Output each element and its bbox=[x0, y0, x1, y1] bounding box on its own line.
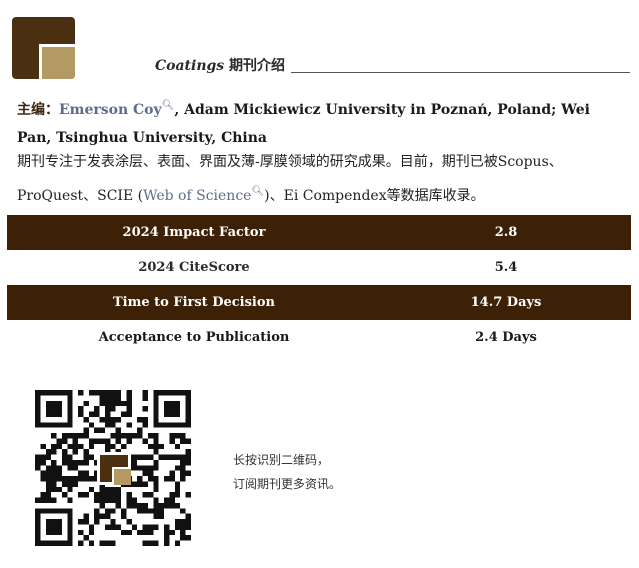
web-of-science-link[interactable]: Web of Science bbox=[143, 188, 251, 204]
search-icon[interactable]: 🔍︎ bbox=[162, 100, 175, 111]
qr-instructions: 长按识别二维码， 订阅期刊更多资讯。 bbox=[233, 448, 341, 496]
qr-center-logo bbox=[97, 452, 131, 485]
metric-label: Time to First Decision bbox=[112, 295, 275, 310]
journal-description: 期刊专注于发表涂层、表面、界面及薄-厚膜领域的研究成果。目前，期刊已被Scopu… bbox=[17, 148, 627, 211]
journal-logo bbox=[12, 17, 75, 79]
journal-logo-inner bbox=[39, 44, 75, 79]
table-row: Time to First Decision 14.7 Days bbox=[7, 285, 631, 320]
metric-label: 2024 Impact Factor bbox=[122, 225, 266, 240]
journal-name: Coatings bbox=[155, 58, 225, 74]
metrics-table: 2024 Impact Factor 2.8 2024 CiteScore 5.… bbox=[7, 215, 631, 355]
title-suffix: 期刊介绍 bbox=[224, 58, 286, 74]
editors-label: 主编： bbox=[17, 102, 59, 118]
editors-block: 主编：Emerson Coy🔍︎, Adam Mickiewicz Univer… bbox=[17, 92, 617, 152]
table-row: 2024 Impact Factor 2.8 bbox=[7, 215, 631, 250]
qr-center-logo-inner bbox=[112, 467, 131, 485]
search-icon[interactable]: 🔍︎ bbox=[251, 186, 264, 197]
qr-text-line2: 订阅期刊更多资讯。 bbox=[233, 477, 342, 491]
header-divider bbox=[291, 72, 630, 73]
metric-label: 2024 CiteScore bbox=[138, 260, 250, 275]
primary-editor-link[interactable]: Emerson Coy bbox=[59, 102, 162, 118]
description-text-2: )、Ei Compendex等数据库收录。 bbox=[264, 188, 485, 204]
metric-label: Acceptance to Publication bbox=[98, 330, 290, 345]
metric-value: 2.4 Days bbox=[475, 330, 537, 345]
table-row: Acceptance to Publication 2.4 Days bbox=[7, 320, 631, 355]
metric-value: 5.4 bbox=[494, 260, 518, 275]
metric-value: 14.7 Days bbox=[470, 295, 542, 310]
qr-code-icon[interactable] bbox=[35, 390, 191, 546]
qr-text-line1: 长按识别二维码， bbox=[233, 453, 330, 467]
table-row: 2024 CiteScore 5.4 bbox=[7, 250, 631, 285]
page-title: Coatings 期刊介绍 bbox=[155, 55, 285, 75]
metric-value: 2.8 bbox=[494, 225, 518, 240]
